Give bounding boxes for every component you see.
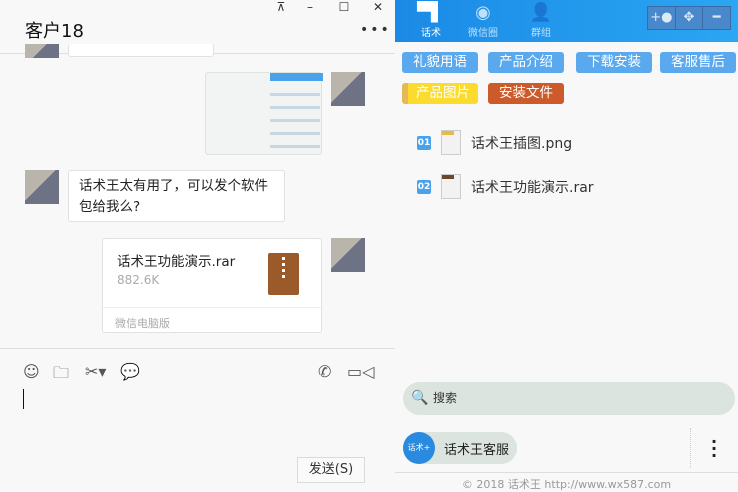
contact-name: 话术王客服 — [444, 442, 510, 458]
chat-window: ⊼ – ☐ ✕ 客户18 ••• 话术王太有用了，可以发个软件包给我么? 话术王… — [0, 0, 395, 492]
pin-icon[interactable]: ⊼ — [271, 0, 291, 14]
item-number: 02 — [417, 179, 431, 194]
tag-download[interactable]: 下载安装 — [576, 52, 652, 73]
tab-groups[interactable]: 👤 群组 — [521, 2, 561, 39]
tag-polite[interactable]: 礼貌用语 — [402, 52, 478, 73]
text-message: 话术王太有用了，可以发个软件包给我么? — [68, 170, 285, 222]
archive-file-icon — [268, 253, 299, 295]
file-item[interactable]: 01 话术王插图.png — [417, 130, 572, 155]
search-input[interactable]: 🔍 搜索 — [403, 382, 735, 415]
image-message[interactable] — [205, 72, 323, 155]
user-icon: 👤 — [529, 2, 553, 23]
maximize-button[interactable]: ☐ — [334, 0, 354, 14]
chat-history-icon[interactable]: 💬 — [120, 362, 140, 381]
file-name: 话术王功能演示.rar — [471, 179, 594, 196]
customer-avatar[interactable] — [25, 170, 59, 204]
panel-controls: +● ✥ ━ — [647, 6, 731, 30]
search-placeholder: 搜索 — [433, 391, 458, 405]
video-call-icon[interactable]: ▭◁ — [347, 362, 374, 381]
item-number: 01 — [417, 135, 431, 150]
panel-topbar: ▀▌ 话术 ◉ 微信圈 👤 群组 +● ✥ ━ — [395, 0, 738, 42]
tab-label: 话术 — [421, 28, 441, 39]
my-avatar[interactable] — [331, 72, 365, 106]
chat-title: 客户18 — [25, 21, 84, 42]
file-divider — [103, 307, 321, 308]
tag-product-images[interactable]: 产品图片 — [402, 83, 478, 104]
more-options-button[interactable]: ••• — [360, 22, 391, 38]
emoji-icon[interactable]: ☺ — [23, 362, 40, 381]
tag-product-intro[interactable]: 产品介绍 — [488, 52, 564, 73]
tab-moments[interactable]: ◉ 微信圈 — [463, 2, 503, 39]
chat-icon: ▀▌ — [417, 2, 445, 23]
message-input[interactable] — [23, 389, 24, 409]
contact-chip[interactable]: 话术+ 话术王客服 — [403, 432, 517, 464]
file-message[interactable]: 话术王功能演示.rar 882.6K 微信电脑版 — [102, 238, 322, 333]
footer-divider — [395, 472, 738, 473]
archive-file-icon — [441, 174, 461, 199]
input-divider — [0, 348, 395, 349]
search-icon: 🔍 — [411, 390, 429, 406]
close-button[interactable]: ✕ — [368, 0, 388, 14]
divider — [690, 428, 691, 468]
tag-install-files[interactable]: 安装文件 — [488, 83, 564, 104]
file-size: 882.6K — [117, 273, 160, 287]
contact-avatar: 话术+ — [403, 432, 435, 464]
avatar — [25, 44, 59, 58]
tab-scripts[interactable]: ▀▌ 话术 — [411, 2, 451, 39]
file-source: 微信电脑版 — [115, 317, 170, 330]
tag-support[interactable]: 客服售后 — [660, 52, 736, 73]
kebab-menu-icon[interactable]: · · · — [709, 434, 719, 464]
image-file-icon — [441, 130, 461, 155]
file-name: 话术王插图.png — [471, 135, 573, 152]
move-icon[interactable]: ✥ — [676, 7, 704, 29]
send-button[interactable]: 发送(S) — [297, 457, 365, 483]
footer-copyright: © 2018 话术王 http://www.wx587.com — [461, 478, 672, 491]
previous-message-bubble — [68, 44, 214, 57]
file-name: 话术王功能演示.rar — [117, 254, 236, 270]
folder-icon[interactable]: 🗀 — [53, 362, 69, 389]
my-avatar[interactable] — [331, 238, 365, 272]
screenshot-scissors-icon[interactable]: ✂▾ — [85, 362, 106, 381]
file-item[interactable]: 02 话术王功能演示.rar — [417, 174, 594, 199]
minimize-button[interactable]: – — [300, 0, 320, 14]
add-user-icon[interactable]: +● — [648, 7, 676, 29]
minimize-panel-icon[interactable]: ━ — [703, 7, 730, 29]
tab-label: 群组 — [531, 28, 551, 39]
aperture-icon: ◉ — [475, 2, 491, 23]
tab-label: 微信圈 — [468, 28, 498, 39]
script-panel: ▀▌ 话术 ◉ 微信圈 👤 群组 +● ✥ ━ 礼貌用语 产品介绍 下载安装 客服售后… — [395, 0, 738, 492]
phone-icon[interactable]: ✆ — [318, 362, 331, 381]
